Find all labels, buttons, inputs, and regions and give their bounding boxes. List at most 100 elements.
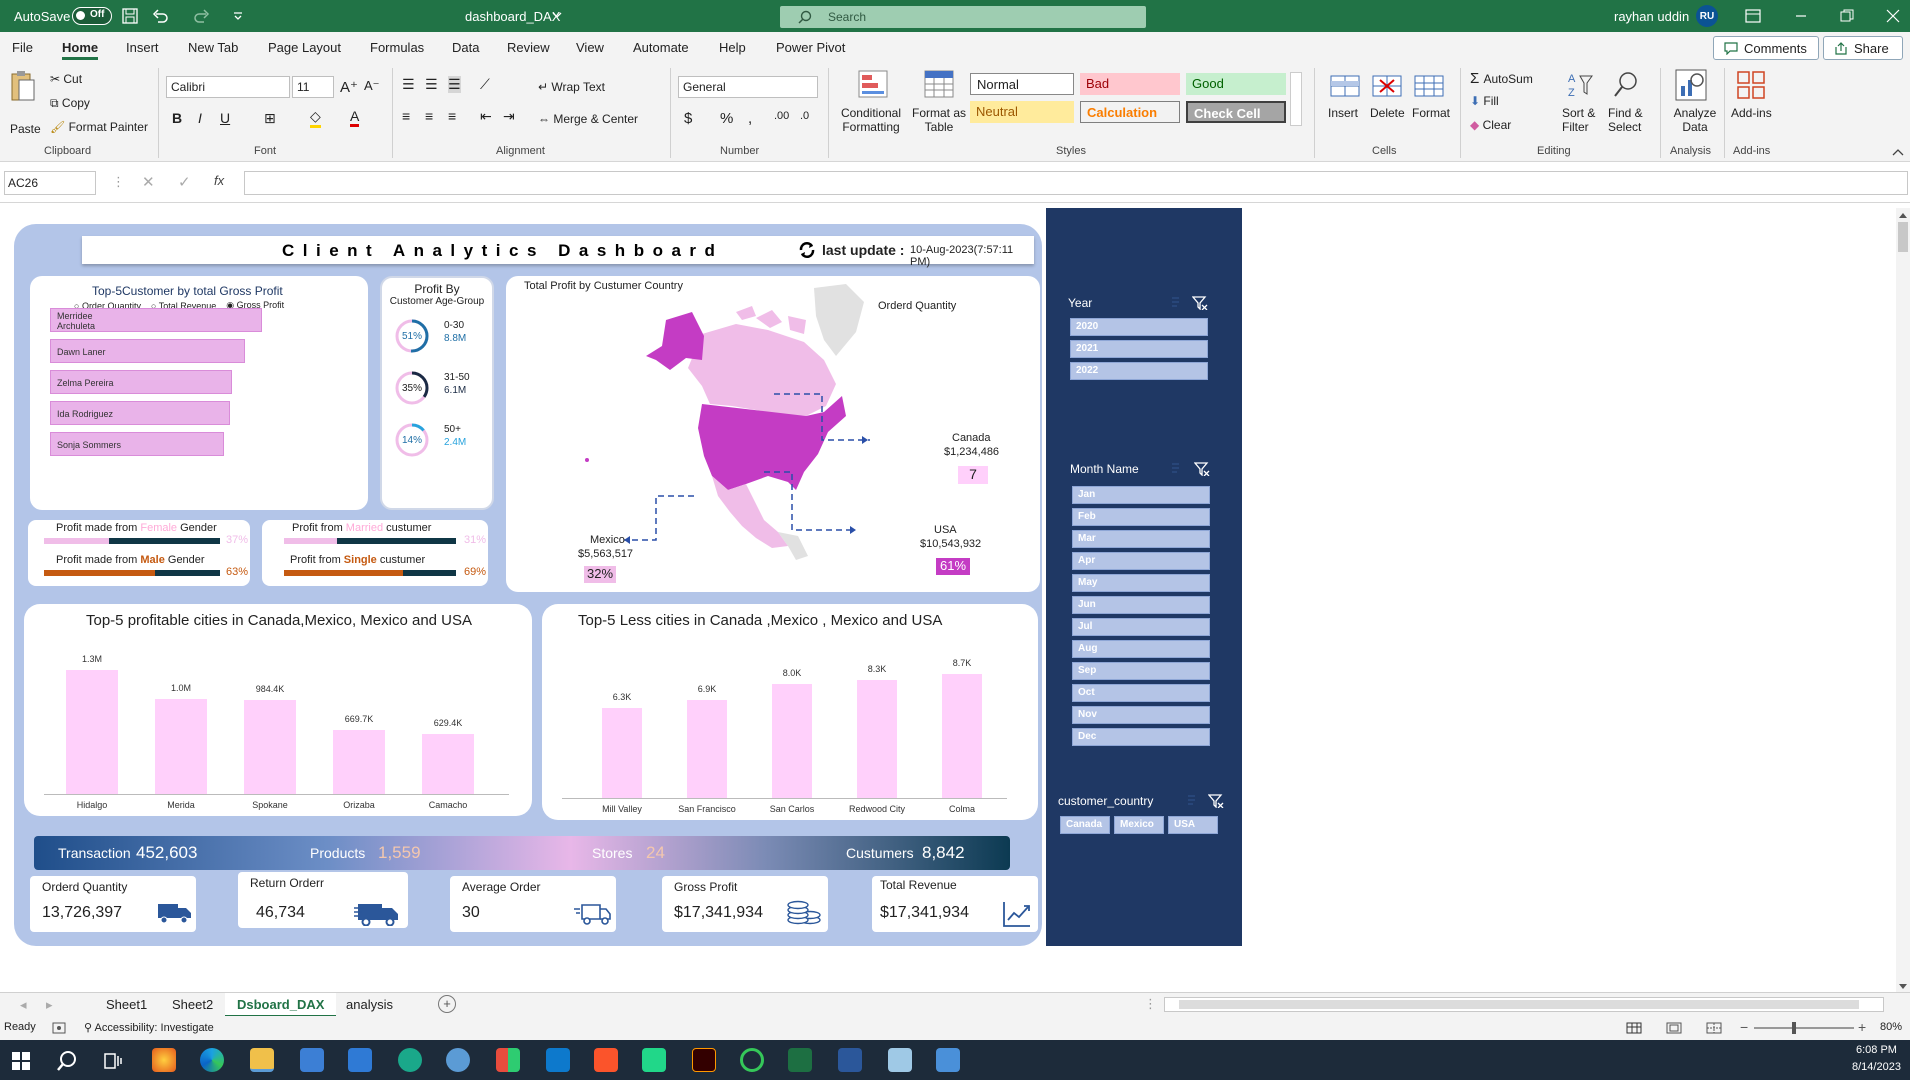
macro-icon[interactable] <box>52 1022 66 1034</box>
delete-button[interactable]: Delete <box>1370 106 1405 120</box>
tab-review[interactable]: Review <box>507 40 550 55</box>
currency-icon[interactable]: $ <box>684 110 692 127</box>
page-break-view-icon[interactable] <box>1706 1022 1722 1034</box>
formula-input[interactable] <box>244 171 1908 195</box>
file-explorer-icon[interactable] <box>250 1048 274 1072</box>
slicer-item-jun[interactable]: Jun <box>1072 596 1210 614</box>
edge-icon[interactable] <box>200 1048 224 1072</box>
add-ins-icon[interactable] <box>1736 70 1766 100</box>
illustrator-icon[interactable] <box>692 1048 716 1072</box>
conditional-formatting-button[interactable]: Conditional Formatting <box>838 106 904 134</box>
slicer-item-may[interactable]: May <box>1072 574 1210 592</box>
slicer-item-nov[interactable]: Nov <box>1072 706 1210 724</box>
multi-select-icon[interactable] <box>1186 794 1202 808</box>
slicer-item-2022[interactable]: 2022 <box>1070 362 1208 380</box>
slicer-item-usa[interactable]: USA <box>1168 816 1218 834</box>
font-size-select[interactable]: 11 <box>292 76 334 98</box>
autosave-toggle[interactable]: Off <box>72 7 112 25</box>
style-check-cell[interactable]: Check Cell <box>1186 101 1286 123</box>
borders-icon[interactable]: ⊞ <box>264 110 276 127</box>
page-layout-view-icon[interactable] <box>1666 1022 1682 1034</box>
slicer-item-mar[interactable]: Mar <box>1072 530 1210 548</box>
sheet-tab-analysis[interactable]: analysis <box>346 997 393 1012</box>
comma-icon[interactable]: , <box>748 110 752 127</box>
tab-home[interactable]: Home <box>62 40 99 60</box>
conditional-formatting-icon[interactable] <box>858 70 888 98</box>
scroll-up-icon[interactable] <box>1899 212 1907 218</box>
percent-icon[interactable]: % <box>720 110 733 127</box>
notepad-icon[interactable] <box>888 1048 912 1072</box>
search-box[interactable]: Search <box>780 6 1146 28</box>
insert-button[interactable]: Insert <box>1328 106 1358 120</box>
find-icon[interactable] <box>1612 70 1640 100</box>
office-app-icon[interactable] <box>496 1048 520 1072</box>
add-sheet-icon[interactable]: + <box>438 995 456 1013</box>
tab-page-layout[interactable]: Page Layout <box>268 40 341 55</box>
clear-filter-icon[interactable] <box>1192 296 1208 310</box>
insert-function-icon[interactable]: fx <box>214 173 224 188</box>
slicer-item-mexico[interactable]: Mexico <box>1114 816 1164 834</box>
styles-scroll[interactable] <box>1290 72 1302 126</box>
chart-bar[interactable] <box>422 733 474 794</box>
store-icon[interactable] <box>300 1048 324 1072</box>
tab-new-tab[interactable]: New Tab <box>188 40 238 55</box>
font-color-icon[interactable]: A <box>350 108 360 127</box>
paint-icon[interactable] <box>936 1048 960 1072</box>
scroll-thumb[interactable] <box>1898 222 1908 252</box>
chart-bar[interactable] <box>942 674 982 798</box>
customer-bar[interactable]: Merridee Archuleta <box>50 308 262 332</box>
tab-view[interactable]: View <box>576 40 604 55</box>
increase-indent-icon[interactable]: ⇥ <box>503 108 515 125</box>
slicer-item-jul[interactable]: Jul <box>1072 618 1210 636</box>
cancel-icon[interactable]: ✕ <box>142 173 155 191</box>
word-icon[interactable] <box>838 1048 862 1072</box>
slicer-item-canada[interactable]: Canada <box>1060 816 1110 834</box>
mail-icon[interactable] <box>348 1048 372 1072</box>
task-view-icon[interactable] <box>104 1052 122 1070</box>
align-center-icon[interactable]: ≡ <box>425 108 433 124</box>
analyze-data-icon[interactable] <box>1674 68 1708 102</box>
align-right-icon[interactable]: ≡ <box>448 108 456 124</box>
comments-button[interactable]: Comments <box>1713 36 1819 60</box>
style-bad[interactable]: Bad <box>1080 73 1180 95</box>
tab-automate[interactable]: Automate <box>633 40 689 55</box>
clear-filter-icon[interactable] <box>1194 462 1210 476</box>
orientation-icon[interactable]: ⟋ <box>480 76 490 93</box>
upwork-icon[interactable] <box>398 1048 422 1072</box>
fill-color-icon[interactable]: ◇ <box>310 108 321 128</box>
decrease-indent-icon[interactable]: ⇤ <box>480 108 492 125</box>
align-bottom-icon[interactable]: ☰ <box>448 76 461 93</box>
redo-icon[interactable] <box>192 8 210 24</box>
sync-app-icon[interactable] <box>740 1048 764 1072</box>
prev-sheet-icon[interactable]: ◂ <box>20 997 27 1013</box>
tab-power-pivot[interactable]: Power Pivot <box>776 40 845 55</box>
style-calculation[interactable]: Calculation <box>1080 101 1180 123</box>
close-icon[interactable] <box>1886 9 1900 23</box>
sheet-tab-sheet2[interactable]: Sheet2 <box>172 997 213 1012</box>
minimize-icon[interactable] <box>1795 8 1807 22</box>
pycharm-icon[interactable] <box>642 1048 666 1072</box>
sort-filter-button[interactable]: Sort & Filter <box>1562 106 1602 134</box>
style-good[interactable]: Good <box>1186 73 1286 95</box>
number-format-select[interactable]: General <box>678 76 818 98</box>
italic-icon[interactable]: I <box>198 110 202 126</box>
format-as-table-button[interactable]: Format as Table <box>910 106 968 134</box>
user-name[interactable]: rayhan uddin <box>1614 9 1689 24</box>
style-normal[interactable]: Normal <box>970 73 1074 95</box>
zoom-out-button[interactable]: − <box>1740 1019 1748 1035</box>
add-ins-button[interactable]: Add-ins <box>1731 106 1772 120</box>
customer-bar[interactable]: Sonja Sommers <box>50 432 224 456</box>
more-icon[interactable]: ⋮ <box>112 174 125 190</box>
customize-toolbar-icon[interactable] <box>232 10 244 22</box>
align-left-icon[interactable]: ≡ <box>402 108 410 124</box>
multi-select-icon[interactable] <box>1170 296 1186 310</box>
find-select-button[interactable]: Find & Select <box>1608 106 1652 134</box>
firefox-icon[interactable] <box>152 1048 176 1072</box>
slicer-item-2020[interactable]: 2020 <box>1070 318 1208 336</box>
vscode-icon[interactable] <box>546 1048 570 1072</box>
zoom-slider[interactable] <box>1754 1022 1854 1034</box>
avatar[interactable]: RU <box>1696 5 1718 27</box>
collapse-ribbon-icon[interactable] <box>1892 148 1904 156</box>
undo-icon[interactable] <box>152 8 170 24</box>
restore-icon[interactable] <box>1840 9 1854 23</box>
